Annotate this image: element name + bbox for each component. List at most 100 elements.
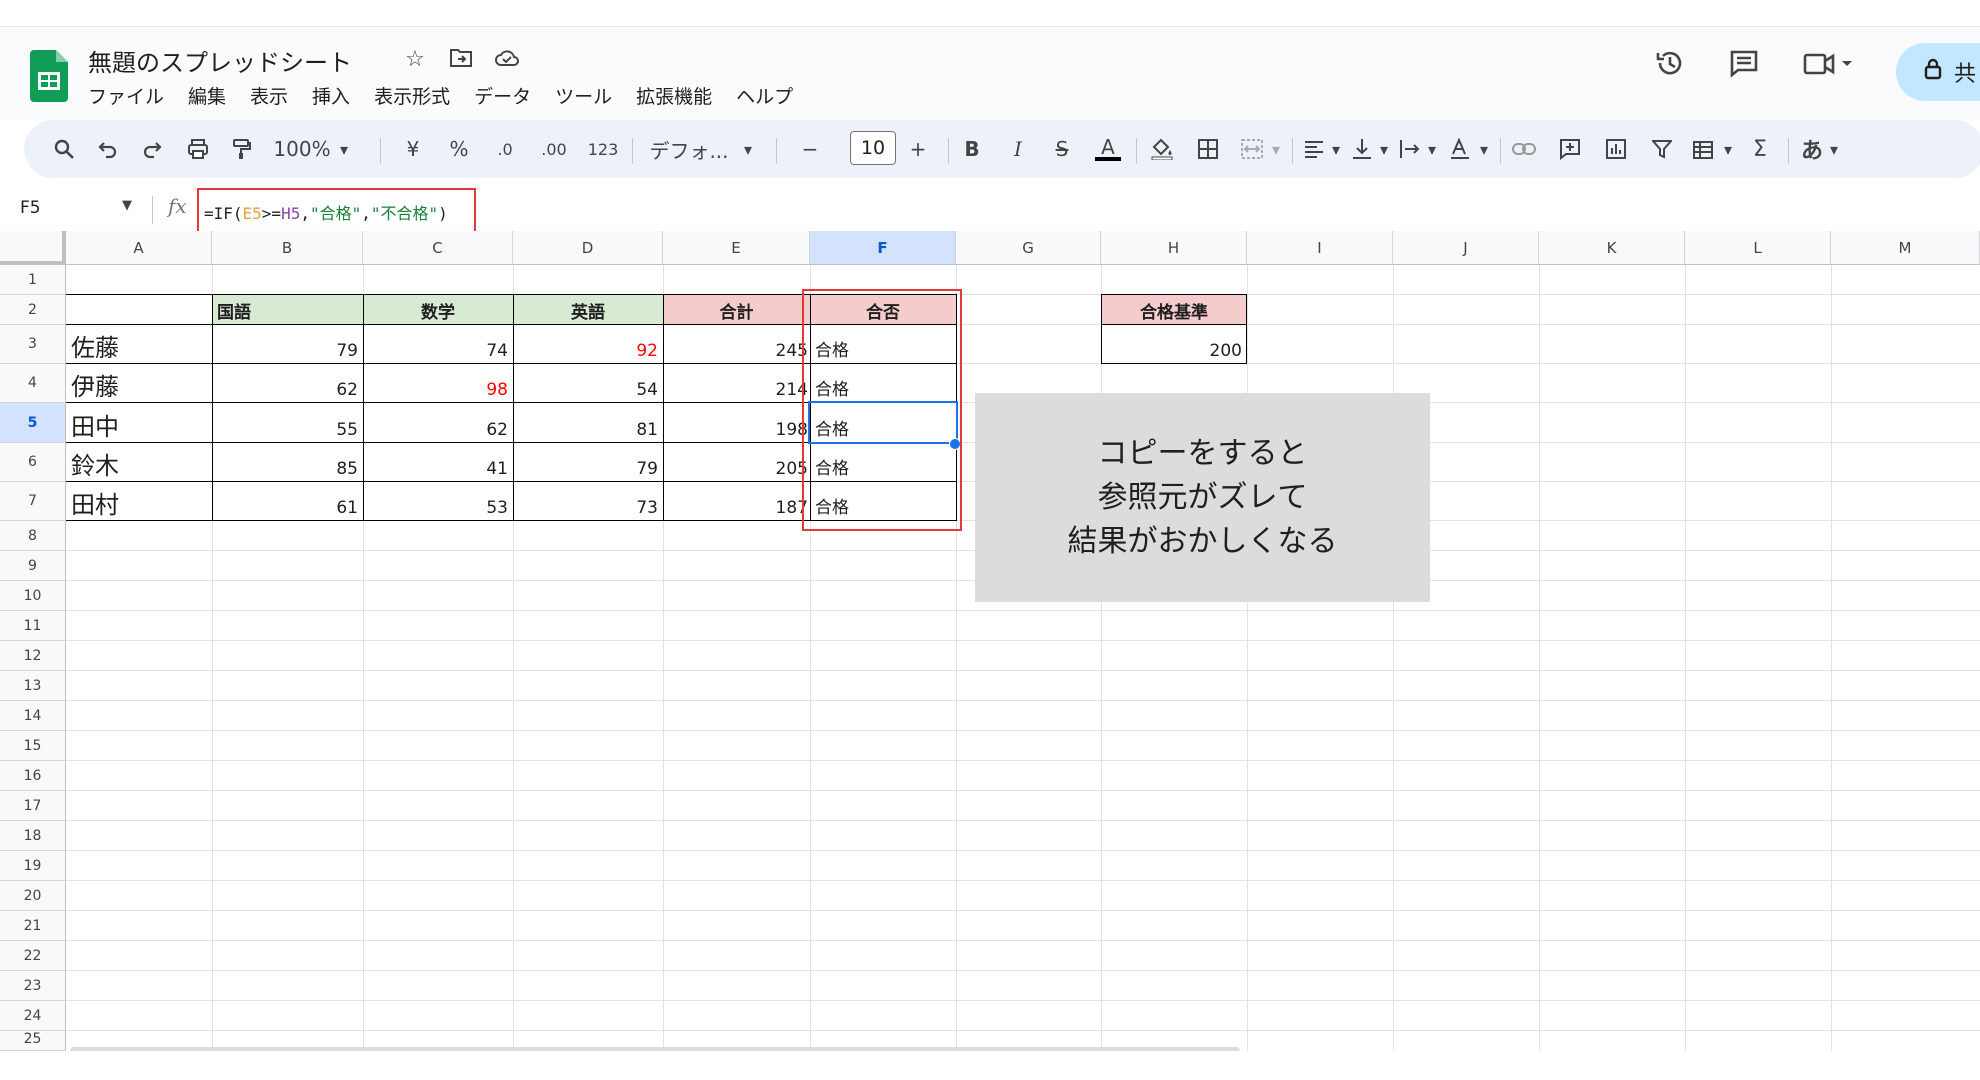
functions-button[interactable]: Σ [1742,120,1778,178]
zoom-select[interactable]: 100% [272,120,332,178]
chevron-down-icon[interactable]: ▾ [1824,120,1844,178]
table-header-cell[interactable] [66,295,212,325]
row-header-21[interactable]: 21 [0,911,66,941]
row-header-17[interactable]: 17 [0,791,66,821]
filter-icon[interactable] [1644,120,1680,178]
star-icon[interactable]: ☆ [402,47,428,75]
score-total[interactable]: 205 [663,443,810,482]
borders-icon[interactable] [1190,120,1226,178]
chevron-down-icon[interactable]: ▾ [334,120,354,178]
score-kokugo[interactable]: 55 [212,403,363,443]
menu-format[interactable]: 表示形式 [374,82,450,109]
column-header-m[interactable]: M [1831,231,1980,265]
student-name[interactable]: 伊藤 [66,364,212,403]
chevron-down-icon[interactable]: ▾ [1424,120,1440,178]
menu-tools[interactable]: ツール [555,82,612,109]
increase-font-size-button[interactable]: + [898,120,938,178]
text-wrapping-icon[interactable] [1392,120,1428,178]
score-kokugo[interactable]: 79 [212,325,363,364]
currency-format-button[interactable]: ¥ [398,120,428,178]
spreadsheet-grid[interactable]: A B C D E F G H I J K L M 1 2 3 4 5 6 7 … [0,231,1980,1051]
vertical-align-icon[interactable] [1344,120,1380,178]
insert-link-icon[interactable] [1506,120,1542,178]
column-header-a[interactable]: A [66,231,212,265]
row-header-15[interactable]: 15 [0,731,66,761]
column-header-j[interactable]: J [1393,231,1539,265]
font-size-input[interactable]: 10 [850,131,896,165]
score-kokugo[interactable]: 62 [212,364,363,403]
row-header-19[interactable]: 19 [0,851,66,881]
column-header-d[interactable]: D [513,231,663,265]
fill-color-icon[interactable] [1144,120,1180,178]
column-header-b[interactable]: B [212,231,363,265]
menu-help[interactable]: ヘルプ [736,82,793,109]
column-header-f[interactable]: F [810,231,956,265]
score-eigo[interactable]: 79 [513,443,663,482]
insert-chart-icon[interactable] [1598,120,1634,178]
chevron-down-icon[interactable]: ▾ [1476,120,1492,178]
row-header-24[interactable]: 24 [0,1001,66,1031]
score-eigo[interactable]: 73 [513,482,663,521]
column-header-i[interactable]: I [1247,231,1393,265]
score-sugaku[interactable]: 41 [363,443,513,482]
chevron-down-icon[interactable]: ▾ [1268,120,1284,178]
row-header-10[interactable]: 10 [0,581,66,611]
score-total[interactable]: 198 [663,403,810,443]
font-select[interactable]: デフォ... [644,120,734,178]
column-header-g[interactable]: G [956,231,1101,265]
row-header-2[interactable]: 2 [0,295,66,325]
chevron-down-icon[interactable]: ▾ [1376,120,1392,178]
student-name[interactable]: 佐藤 [66,325,212,364]
row-header-11[interactable]: 11 [0,611,66,641]
row-header-1[interactable]: 1 [0,265,66,295]
decrease-font-size-button[interactable]: − [790,120,830,178]
meet-icon[interactable] [1802,47,1854,79]
redo-icon[interactable] [134,120,170,178]
row-header-20[interactable]: 20 [0,881,66,911]
row-header-14[interactable]: 14 [0,701,66,731]
score-kokugo[interactable]: 61 [212,482,363,521]
insert-comment-icon[interactable] [1552,120,1588,178]
number-format-button[interactable]: 123 [582,120,624,178]
increase-decimal-button[interactable]: .00 [534,120,574,178]
undo-icon[interactable] [90,120,126,178]
row-header-6[interactable]: 6 [0,443,66,482]
comments-icon[interactable] [1728,47,1760,79]
print-icon[interactable] [180,120,216,178]
move-to-folder-icon[interactable] [448,47,474,75]
chevron-down-icon[interactable]: ▼ [122,198,132,213]
score-sugaku[interactable]: 74 [363,325,513,364]
score-eigo[interactable]: 92 [513,325,663,364]
filter-views-icon[interactable] [1686,120,1722,178]
score-kokugo[interactable]: 85 [212,443,363,482]
menu-data[interactable]: データ [474,82,531,109]
score-sugaku[interactable]: 62 [363,403,513,443]
menu-view[interactable]: 表示 [250,82,288,109]
table-header-eigo[interactable]: 英語 [513,295,663,325]
row-header-3[interactable]: 3 [0,325,66,364]
merge-cells-icon[interactable] [1234,120,1270,178]
column-header-c[interactable]: C [363,231,513,265]
paint-format-icon[interactable] [224,120,260,178]
share-button[interactable]: 共 [1896,43,1980,101]
table-header-total[interactable]: 合計 [663,295,810,325]
menu-file[interactable]: ファイル [88,82,164,109]
text-rotation-icon[interactable] [1442,120,1478,178]
decrease-decimal-button[interactable]: .0 [488,120,522,178]
criteria-label[interactable]: 合格基準 [1101,295,1247,325]
student-name[interactable]: 田中 [66,403,212,443]
chevron-down-icon[interactable]: ▾ [1328,120,1344,178]
horizontal-align-icon[interactable] [1296,120,1332,178]
bold-button[interactable]: B [954,120,990,178]
italic-button[interactable]: I [1000,120,1036,178]
menu-extensions[interactable]: 拡張機能 [636,82,712,109]
score-total[interactable]: 245 [663,325,810,364]
row-header-7[interactable]: 7 [0,482,66,521]
criteria-value[interactable]: 200 [1101,325,1247,364]
row-header-12[interactable]: 12 [0,641,66,671]
percent-format-button[interactable]: % [444,120,474,178]
row-header-13[interactable]: 13 [0,671,66,701]
column-header-e[interactable]: E [663,231,810,265]
horizontal-scrollbar[interactable] [70,1047,1240,1051]
student-name[interactable]: 田村 [66,482,212,521]
